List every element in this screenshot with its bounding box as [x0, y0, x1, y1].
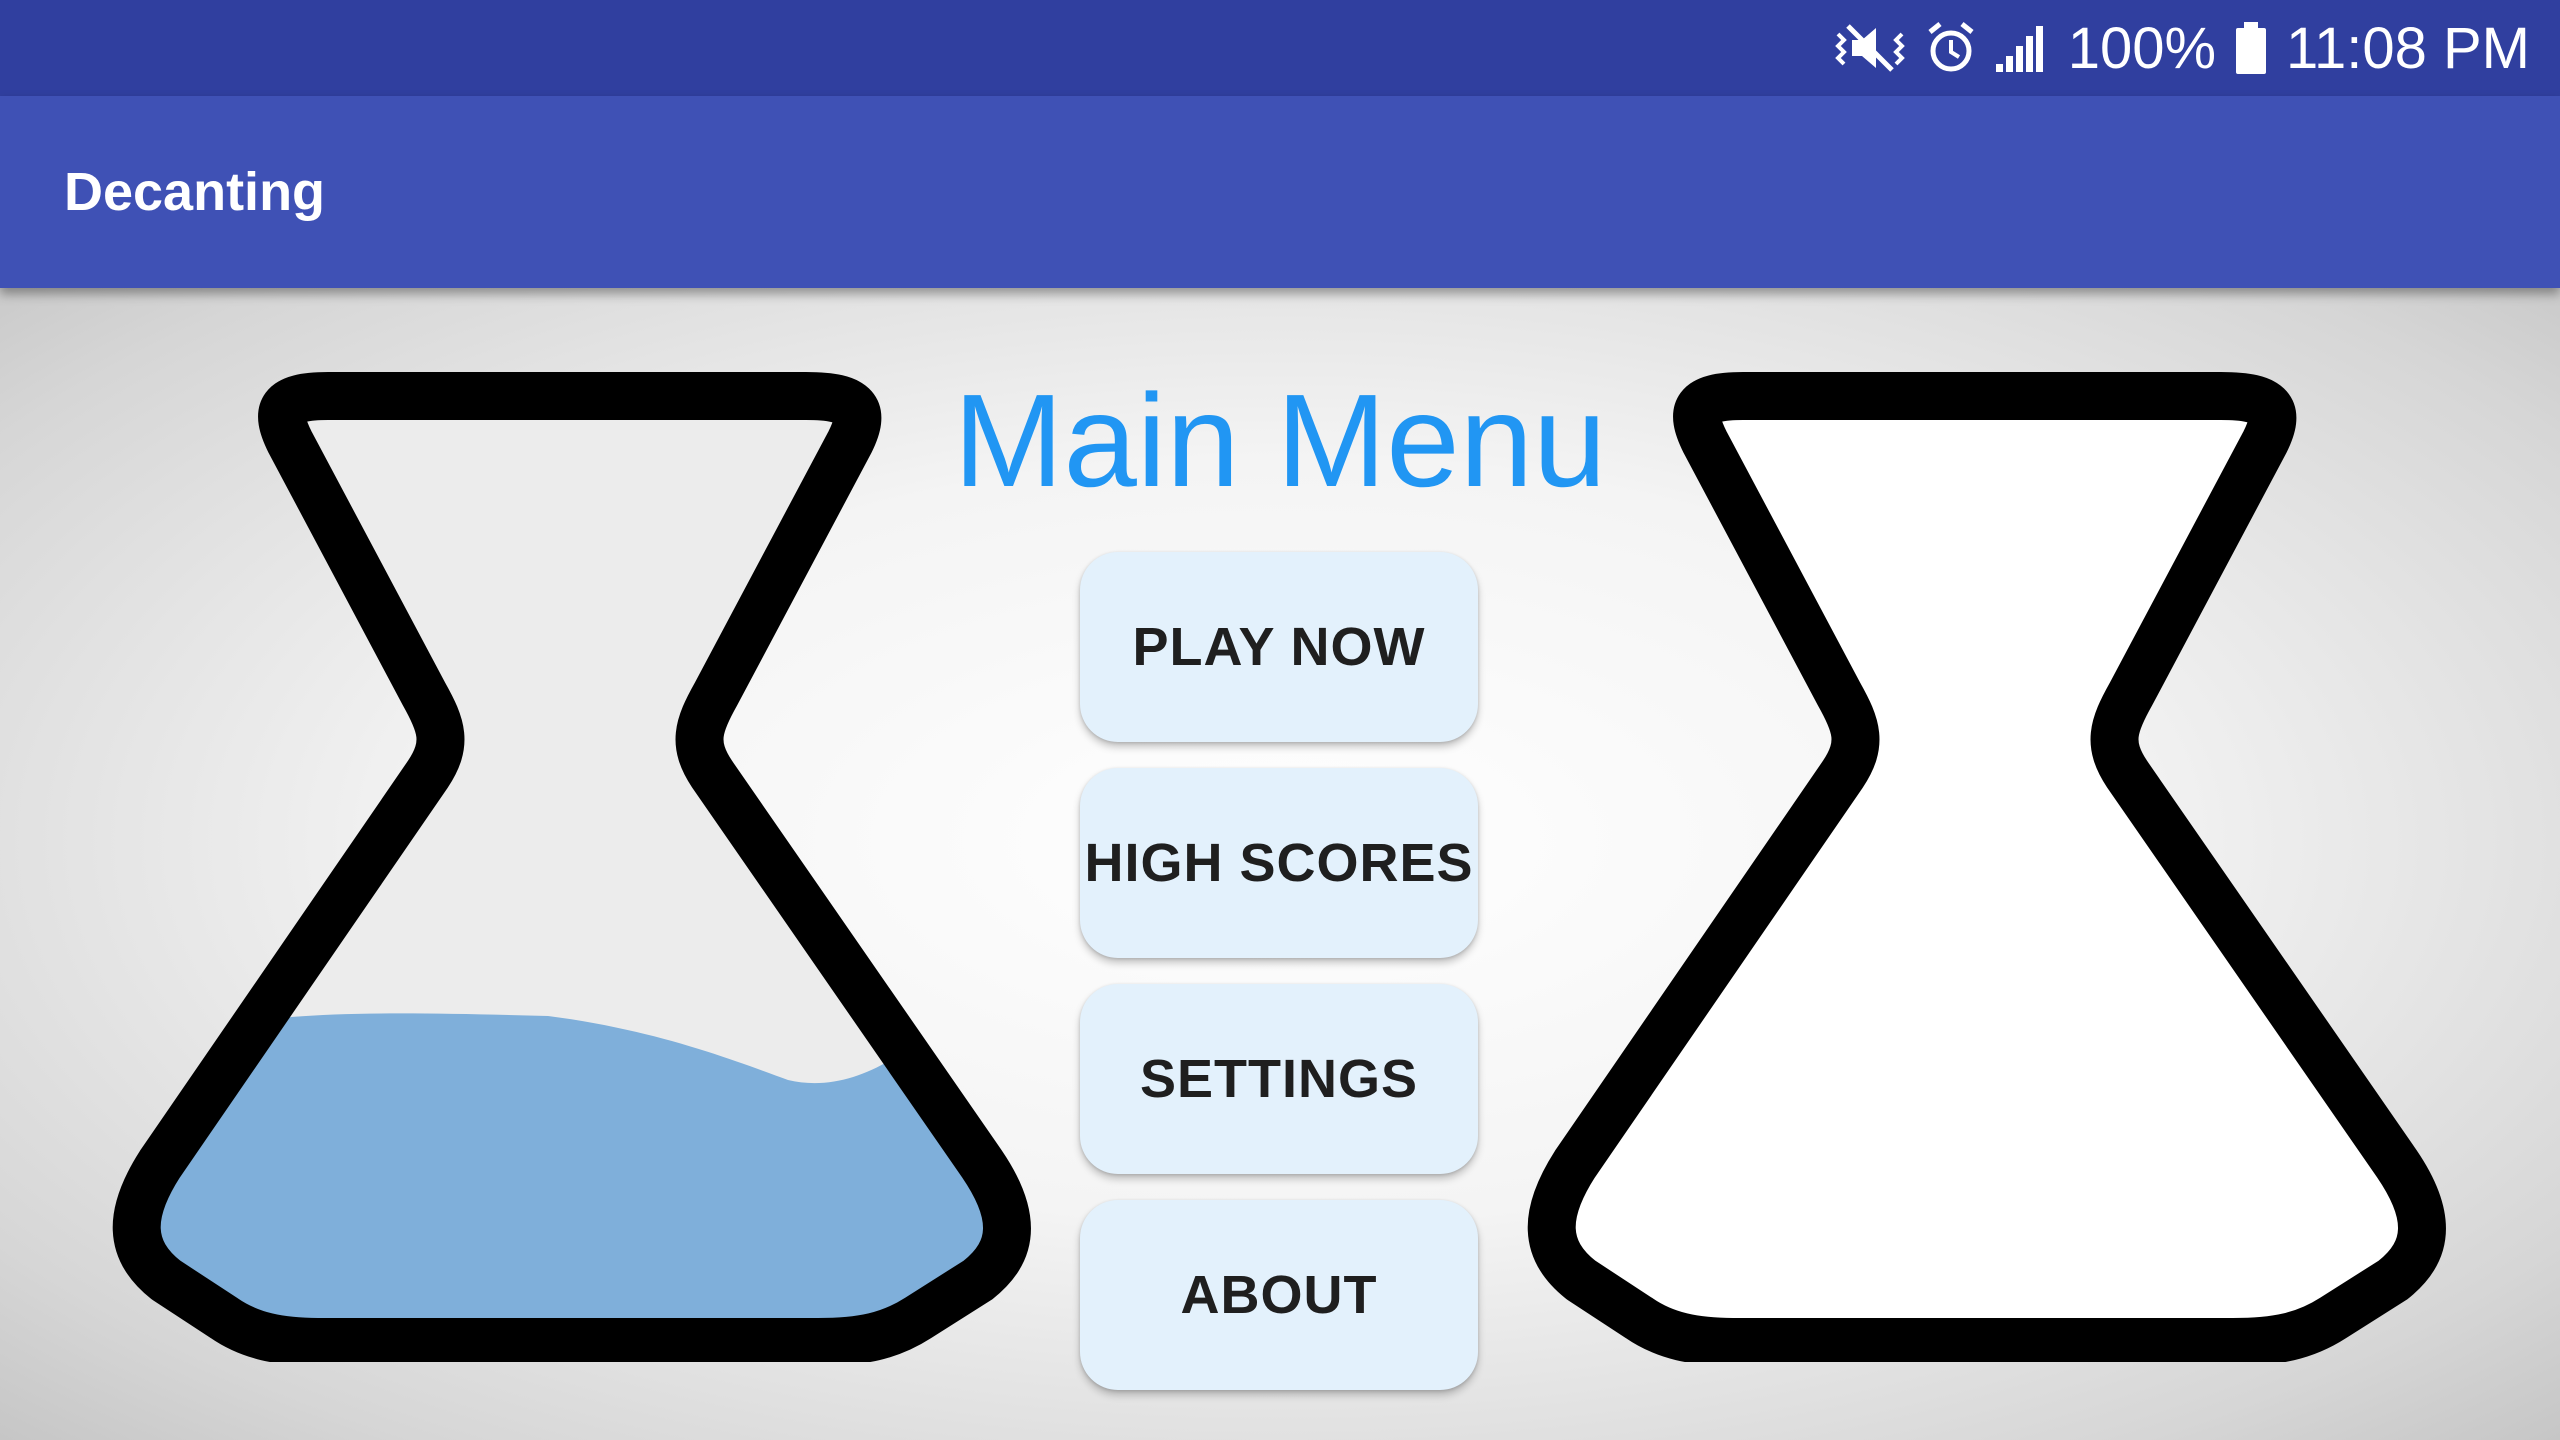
app-bar: Decanting: [0, 96, 2560, 288]
alarm-icon: [1926, 20, 1976, 76]
status-bar: 100% 11:08 PM: [0, 0, 2560, 96]
status-icons: 100% 11:08 PM: [1832, 0, 2530, 96]
clock: 11:08 PM: [2286, 15, 2530, 81]
signal-icon: [1994, 22, 2050, 74]
battery-percentage: 100%: [2067, 15, 2217, 81]
vibrate-icon: [1832, 20, 1908, 76]
main-content: Main Menu PLAY NOW HIGH SCORES SETTINGS …: [0, 288, 2560, 1440]
battery-icon: [2234, 20, 2268, 76]
play-now-button[interactable]: PLAY NOW: [1080, 552, 1478, 742]
high-scores-button[interactable]: HIGH SCORES: [1080, 768, 1478, 958]
right-flask-outline: [1527, 372, 2446, 1362]
app-title: Decanting: [64, 162, 326, 222]
page-title: Main Menu: [953, 367, 1607, 514]
about-button[interactable]: ABOUT: [1080, 1200, 1478, 1390]
settings-button[interactable]: SETTINGS: [1080, 984, 1478, 1174]
